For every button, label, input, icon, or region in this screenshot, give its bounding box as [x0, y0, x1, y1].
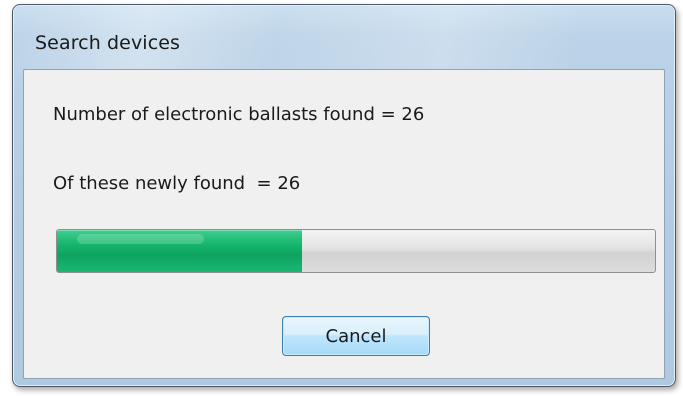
dialog-title: Search devices — [35, 32, 181, 54]
dialog-content: Number of electronic ballasts found = 26… — [23, 69, 665, 379]
cancel-button[interactable]: Cancel — [282, 316, 430, 356]
newly-found-text: Of these newly found = 26 — [53, 173, 301, 194]
progress-bar-fill — [57, 230, 303, 272]
search-devices-dialog: Search devices Number of electronic ball… — [12, 4, 676, 387]
search-progress-bar — [56, 229, 656, 273]
ballasts-found-text: Number of electronic ballasts found = 26 — [53, 104, 425, 125]
